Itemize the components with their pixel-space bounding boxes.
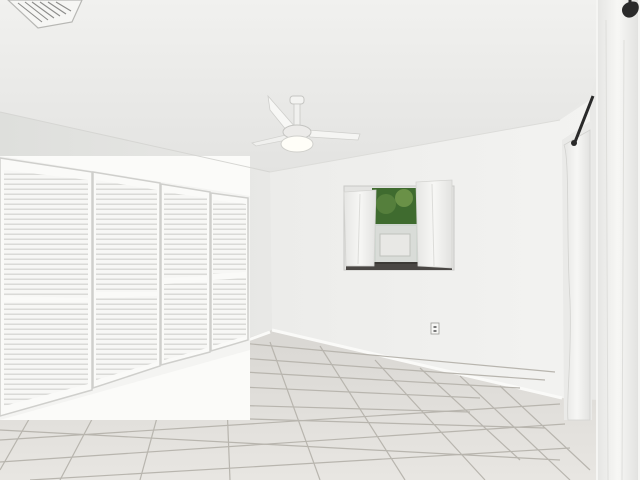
bedroom-photo — [0, 0, 640, 480]
fan-light — [280, 135, 314, 153]
wall-outlet — [430, 322, 440, 335]
window — [343, 179, 455, 271]
room-illustration — [0, 0, 640, 480]
